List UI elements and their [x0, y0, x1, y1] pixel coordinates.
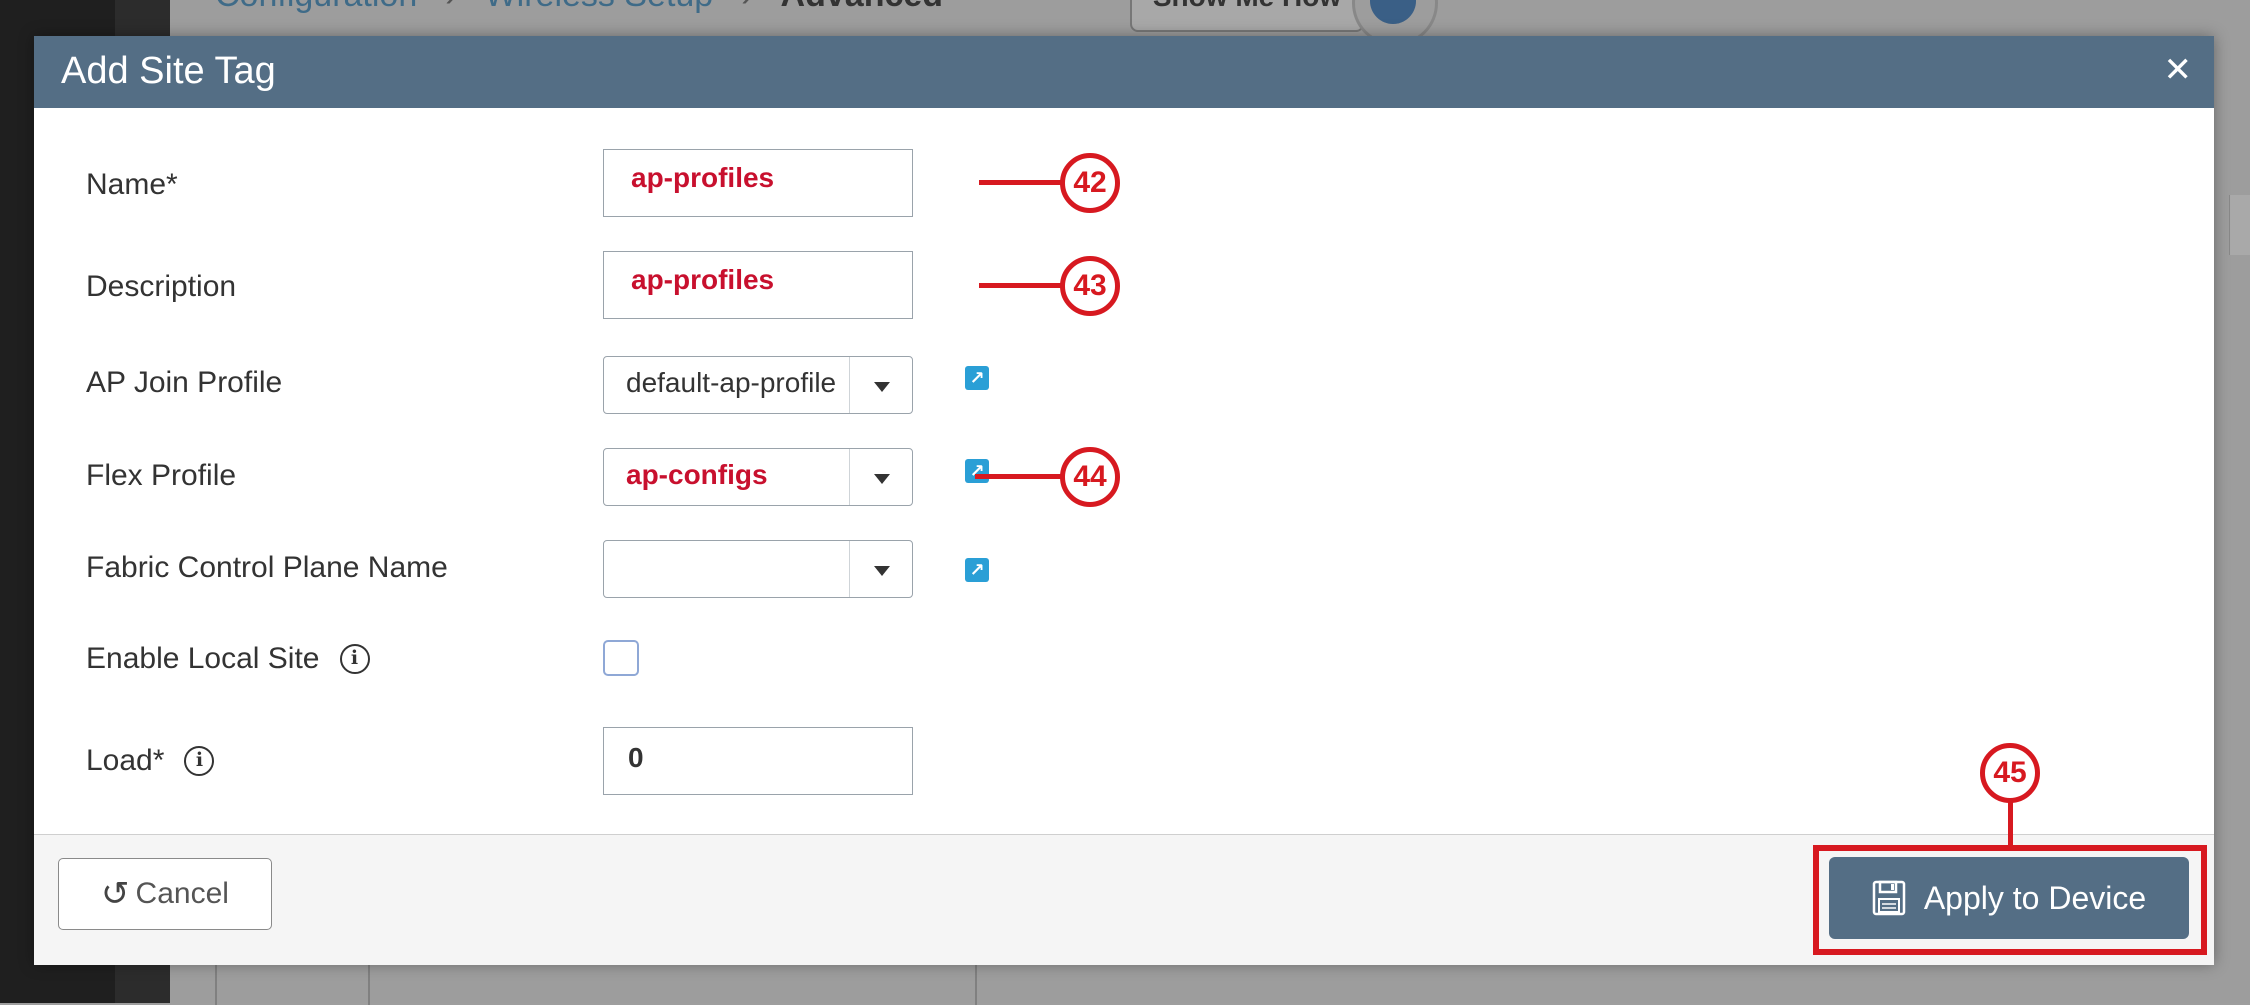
description-label-text: Description [86, 270, 237, 303]
enable-local-site-label: Enable Local Site i [86, 642, 370, 676]
annotation-marker-45: 45 [1980, 743, 2040, 803]
annotation-highlight-box [1813, 845, 2207, 955]
fabric-control-plane-label-text: Fabric Control Plane Name [86, 551, 448, 584]
description-label: Description [86, 270, 236, 304]
load-label-text: Load* [86, 744, 165, 777]
ap-join-profile-value: default-ap-profile [626, 367, 837, 398]
load-label: Load* i [86, 744, 215, 778]
flex-profile-label: Flex Profile [86, 459, 236, 493]
select-divider [849, 357, 850, 413]
enable-local-site-checkbox[interactable] [603, 640, 639, 676]
name-input[interactable]: ap-profiles [603, 149, 913, 217]
background-divider [368, 965, 370, 1005]
ap-join-profile-label: AP Join Profile [86, 366, 282, 400]
name-input-value: ap-profiles [631, 162, 775, 193]
dialog-title: Add Site Tag [61, 50, 276, 92]
select-divider [849, 449, 850, 505]
cancel-button-label: Cancel [135, 877, 229, 910]
info-icon[interactable]: i [184, 746, 215, 776]
annotation-connector [979, 283, 1061, 288]
annotation-connector [979, 180, 1061, 185]
name-label: Name* [86, 168, 178, 202]
flex-profile-label-text: Flex Profile [86, 459, 237, 492]
annotation-connector [2008, 802, 2013, 846]
annotation-marker-43: 43 [1060, 256, 1120, 316]
external-link-icon[interactable]: ↗ [965, 366, 989, 390]
fabric-control-plane-label: Fabric Control Plane Name [86, 551, 448, 585]
annotation-connector [975, 474, 1061, 479]
breadcrumb-wireless-setup[interactable]: Wireless Setup [485, 0, 714, 14]
show-me-how-button[interactable]: Show Me How [1130, 0, 1364, 32]
background-side-tab [2229, 195, 2250, 255]
name-label-text: Name* [86, 168, 178, 201]
undo-icon: ↺ [101, 875, 130, 913]
dialog-header: Add Site Tag ✕ [34, 36, 2214, 108]
external-link-icon[interactable]: ↗ [965, 459, 989, 483]
select-divider [849, 541, 850, 597]
add-site-tag-dialog: Add Site Tag ✕ Name* ap-profiles Descrip… [34, 36, 2214, 965]
description-input-value: ap-profiles [631, 264, 775, 295]
annotation-marker-42: 42 [1060, 153, 1120, 213]
ap-join-profile-select[interactable]: default-ap-profile [603, 356, 913, 414]
cancel-button[interactable]: ↺ Cancel [58, 858, 272, 930]
background-divider [215, 965, 217, 1005]
background-divider [975, 965, 977, 1005]
breadcrumb: Configuration › Wireless Setup › Advanced [215, 0, 943, 15]
load-input-value: 0 [628, 742, 644, 773]
external-link-icon[interactable]: ↗ [965, 558, 989, 582]
breadcrumb-configuration[interactable]: Configuration [215, 0, 417, 14]
description-input[interactable]: ap-profiles [603, 251, 913, 319]
enable-local-site-label-text: Enable Local Site [86, 642, 320, 675]
close-icon[interactable]: ✕ [2164, 50, 2193, 90]
chevron-down-icon [874, 566, 890, 576]
flex-profile-value: ap-configs [626, 459, 768, 490]
breadcrumb-advanced: Advanced [781, 0, 944, 14]
load-input[interactable]: 0 [603, 727, 913, 795]
annotation-marker-44: 44 [1060, 447, 1120, 507]
chevron-down-icon [874, 382, 890, 392]
chevron-down-icon [874, 474, 890, 484]
breadcrumb-separator: › [741, 0, 752, 14]
info-icon[interactable]: i [339, 644, 370, 674]
fabric-control-plane-select[interactable] [603, 540, 913, 598]
breadcrumb-separator: › [445, 0, 456, 14]
ap-join-profile-label-text: AP Join Profile [86, 366, 283, 399]
flex-profile-select[interactable]: ap-configs [603, 448, 913, 506]
